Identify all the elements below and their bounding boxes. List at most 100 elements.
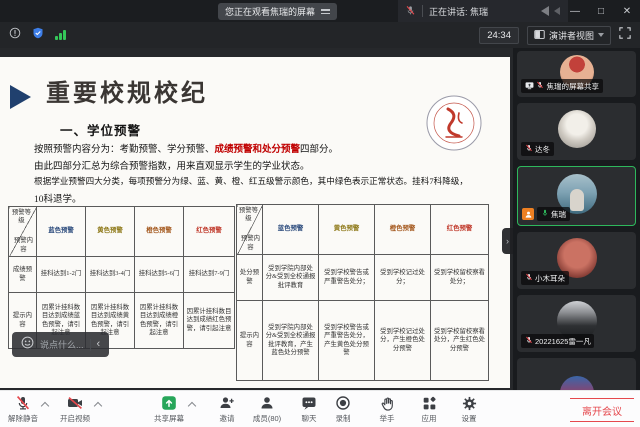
quick-chat-bar[interactable]: 说点什么... ‹	[12, 332, 109, 357]
participant-name-pill: 小木耳朵	[521, 271, 569, 285]
security-shield-icon[interactable]	[32, 26, 44, 44]
raise-hand-icon	[380, 395, 395, 411]
settings-gear-icon	[462, 395, 477, 411]
camera-muted-icon	[67, 395, 83, 411]
participant-name-pill: 20221625雷一凡	[521, 334, 594, 348]
participant-tile-active-speaker[interactable]: 焦瑞	[517, 166, 636, 226]
mic-muted-icon	[525, 144, 533, 154]
watching-toast-text: 您正在观看焦瑞的屏幕	[225, 5, 315, 18]
discipline-warning-table: 预警等级 预警内容 蓝色预警 黄色预警 橙色预警 红色预警 处分预警 受到学院内…	[236, 204, 489, 381]
brand-arrows-icon	[537, 5, 561, 17]
mic-active-icon	[541, 209, 549, 219]
record-button[interactable]: 录制	[320, 395, 366, 424]
slide-subtitle: 一、学位预警	[60, 120, 141, 139]
table-row: 处分预警 受到学院内部处分&受到全校通报批评教育 受到学校警告或严重警告处分； …	[237, 255, 489, 301]
slide-paragraph-1: 按照预警内容分为：考勤预警、学分预警、成绩预警和处分预警四部分。	[34, 141, 338, 155]
participant-name: 焦瑞的屏幕共享	[547, 81, 600, 92]
members-icon	[259, 395, 275, 411]
highlighted-text: 成绩预警和处分预警	[215, 145, 301, 155]
university-seal-logo	[424, 93, 484, 158]
start-video-button[interactable]: 开启视频	[52, 395, 98, 424]
layout-icon	[534, 29, 545, 42]
titlebar: 您正在观看焦瑞的屏幕 正在讲话: 焦瑞 — □ ✕	[0, 0, 640, 22]
watching-screen-toast: 您正在观看焦瑞的屏幕	[218, 3, 337, 20]
participant-name-pill: 焦瑞的屏幕共享	[521, 79, 603, 93]
share-screen-button[interactable]: 共享屏幕	[146, 395, 192, 424]
minimize-button[interactable]: —	[562, 0, 588, 22]
apps-icon	[422, 395, 437, 411]
network-signal-icon	[55, 30, 66, 40]
mic-muted-icon	[525, 273, 533, 283]
sidebar-collapse-handle[interactable]: ›	[502, 228, 513, 254]
view-mode-label: 演讲者视图	[549, 29, 594, 42]
meeting-window: 您正在观看焦瑞的屏幕 正在讲话: 焦瑞 — □ ✕	[0, 0, 640, 427]
smiley-icon[interactable]	[21, 336, 34, 354]
slide-bullet-triangle	[10, 85, 31, 109]
screen-share-icon	[525, 81, 534, 92]
header-yellow-warning: 黄色预警	[319, 205, 375, 255]
meeting-timer: 24:34	[479, 27, 519, 44]
participant-name-pill: 达冬	[521, 142, 554, 156]
participant-name: 焦瑞	[551, 209, 566, 220]
close-button[interactable]: ✕	[614, 0, 640, 22]
participant-name: 小木耳朵	[535, 273, 565, 284]
record-icon	[335, 395, 351, 411]
participant-tile-screen-share[interactable]: 焦瑞的屏幕共享	[517, 51, 636, 97]
participant-tile-partial[interactable]	[517, 358, 636, 390]
grade-warning-table: 预警等级 预警内容 蓝色预警 黄色预警 橙色预警 红色预警 成绩预警 挂科达到1…	[8, 206, 235, 349]
participant-tile[interactable]: 20221625雷一凡	[517, 295, 636, 352]
divider	[422, 5, 423, 17]
header-orange-warning: 橙色预警	[135, 207, 184, 257]
table-corner-cell: 预警等级 预警内容	[237, 205, 263, 255]
speaking-label: 正在讲话: 焦瑞	[429, 5, 488, 18]
table-row: 提示内容 受到学院内部处分&受到全校通报批评教育，产生蓝色处分预警 受到学校警告…	[237, 301, 489, 381]
unmute-button[interactable]: 解除静音	[0, 395, 46, 424]
slide-paragraph-3: 根据学业预警四大分类，每项预警分为绿、蓝、黄、橙、红五级警示颜色，其中绿色表示正…	[34, 175, 468, 187]
menubar: 24:34 演讲者视图	[0, 22, 640, 48]
participant-name-pill: 焦瑞	[537, 207, 570, 221]
header-red-warning: 红色预警	[431, 205, 489, 255]
mic-muted-icon	[536, 81, 544, 91]
header-blue-warning: 蓝色预警	[37, 207, 86, 257]
chevron-down-icon	[598, 33, 604, 37]
divider	[90, 339, 91, 351]
view-mode-selector[interactable]: 演讲者视图	[527, 26, 611, 45]
header-blue-warning: 蓝色预警	[263, 205, 319, 255]
participant-tile[interactable]: 小木耳朵	[517, 232, 636, 289]
participant-tile[interactable]: 达冬	[517, 103, 636, 160]
avatar	[558, 110, 596, 148]
leave-meeting-button[interactable]: 离开会议	[570, 398, 634, 422]
slide-title: 重要校规校纪	[46, 73, 208, 108]
participant-name: 20221625雷一凡	[535, 336, 591, 347]
members-button[interactable]: 成员(80)	[244, 395, 290, 424]
header-yellow-warning: 黄色预警	[86, 207, 135, 257]
chat-collapse-icon[interactable]: ‹	[97, 339, 101, 350]
chat-input-placeholder[interactable]: 说点什么...	[40, 338, 84, 351]
participants-sidebar: 焦瑞的屏幕共享 达冬	[513, 48, 640, 390]
table-corner-cell: 预警等级 预警内容	[9, 207, 37, 257]
avatar	[560, 376, 594, 390]
screen-share-icon	[161, 395, 177, 411]
participant-name: 达冬	[535, 144, 550, 155]
invite-icon	[219, 395, 235, 411]
meeting-info-icon[interactable]	[9, 26, 21, 44]
toast-menu-icon[interactable]	[321, 9, 330, 14]
slide-paragraph-2: 由此四部分汇总为综合预警指数，用来直观显示学生的学业状态。	[34, 158, 310, 172]
maximize-button[interactable]: □	[588, 0, 614, 22]
header-red-warning: 红色预警	[184, 207, 235, 257]
mic-muted-icon	[15, 395, 31, 411]
settings-button[interactable]: 设置	[446, 395, 492, 424]
shared-screen-area: 重要校规校纪 一、学位预警 按照预警内容分为：考勤预警、学分预警、成绩预警和处分…	[0, 48, 513, 390]
chat-icon	[301, 395, 317, 411]
window-controls: — □ ✕	[562, 0, 640, 22]
raise-hand-button[interactable]: 举手	[364, 395, 410, 424]
fullscreen-icon[interactable]	[619, 26, 631, 44]
content-area: 重要校规校纪 一、学位预警 按照预警内容分为：考勤预警、学分预警、成绩预警和处分…	[0, 48, 640, 390]
meeting-toolbar: 解除静音 开启视频 共享屏幕 邀请 成员(80)	[0, 390, 640, 427]
speaking-indicator: 正在讲话: 焦瑞	[398, 0, 568, 22]
mic-muted-icon	[525, 336, 533, 346]
mic-muted-icon	[405, 5, 416, 18]
host-badge-icon	[522, 208, 534, 220]
header-orange-warning: 橙色预警	[375, 205, 431, 255]
table-row: 成绩预警 挂科达到1-2门 挂科达到3-4门 挂科达到5-6门 挂科达到7-9门	[9, 257, 235, 293]
